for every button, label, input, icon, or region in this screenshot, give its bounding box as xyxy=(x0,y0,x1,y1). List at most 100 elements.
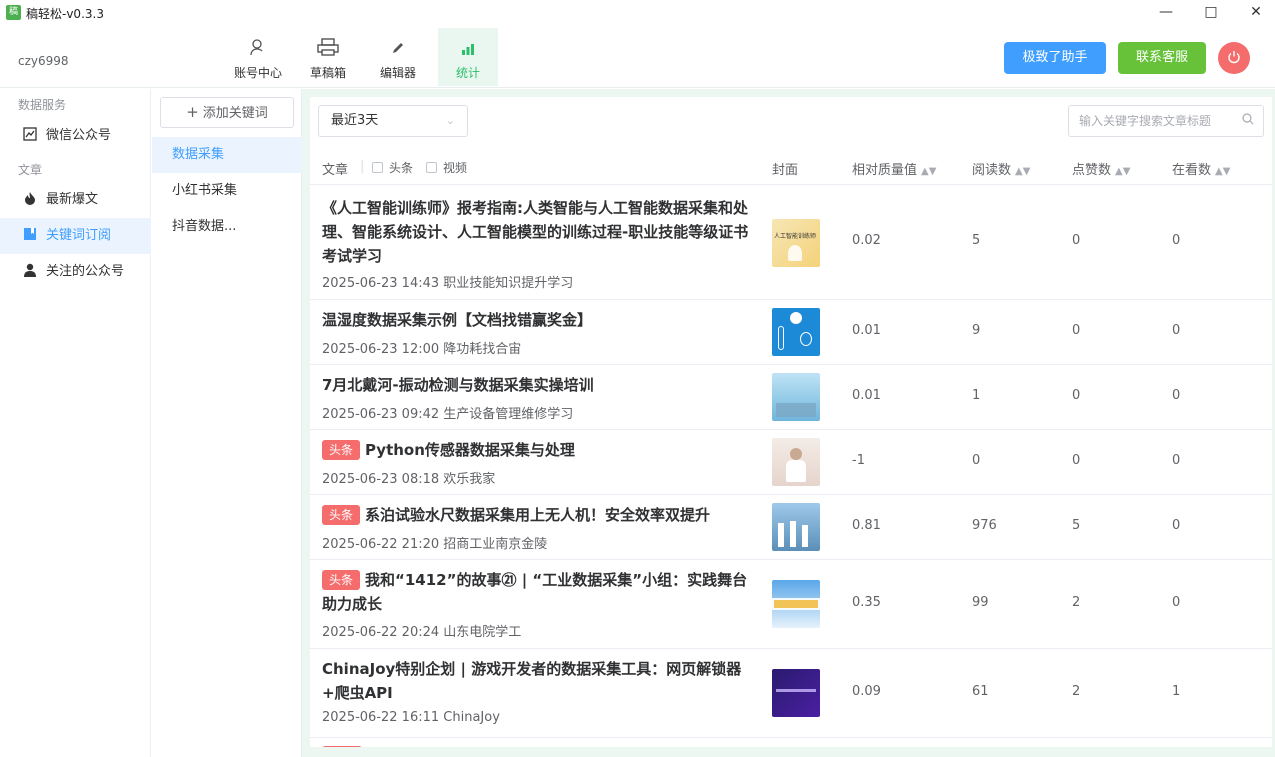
header-watching[interactable]: 在看数 ▲▼ xyxy=(1172,159,1230,178)
likes-value: 0 xyxy=(1072,233,1081,248)
cover-image[interactable] xyxy=(772,373,820,421)
reads-value: 61 xyxy=(972,684,989,699)
likes-value: 0 xyxy=(1072,453,1081,468)
watching-value: 0 xyxy=(1172,388,1181,403)
article-title[interactable]: 头条 我和“1412”的故事㉑ | “工业数据采集”小组：实践舞台 助力成长 xyxy=(322,568,750,616)
title-bar: 稿 稿轻松-v0.3.3 — □ ✕ xyxy=(0,0,1275,26)
quality-value: 0.81 xyxy=(852,518,881,533)
header-reads[interactable]: 阅读数 ▲▼ xyxy=(972,159,1030,178)
likes-value: 0 xyxy=(1072,323,1081,338)
sort-icon[interactable]: ▲▼ xyxy=(1115,166,1130,177)
date-range-select[interactable]: 最近3天 ⌄ xyxy=(318,105,468,137)
app-title: 稿轻松-v0.3.3 xyxy=(26,7,104,21)
article-meta: 2025-06-23 09:42 生产设备管理维修学习 xyxy=(322,407,574,422)
cover-image[interactable] xyxy=(772,438,820,486)
bookmark-icon xyxy=(22,218,38,254)
cover-image[interactable] xyxy=(772,503,820,551)
username: czy6998 xyxy=(18,54,69,68)
quality-value: 0.35 xyxy=(852,595,881,610)
sidebar-item-followed[interactable]: 关注的公众号 xyxy=(0,254,151,290)
person-icon xyxy=(22,254,38,290)
table-row[interactable]: 头条 系泊试验水尺数据采集用上无人机！安全效率双提升 2025-06-22 21:… xyxy=(310,495,1272,560)
quality-value: -1 xyxy=(852,453,865,468)
article-title[interactable]: 头条 Python传感器数据采集与处理 xyxy=(322,438,750,462)
toutiao-tag xyxy=(322,746,362,747)
table-row[interactable]: 《人工智能训练师》报考指南:人类智能与人工智能数据采集和处理、智能系统设计、人工… xyxy=(310,186,1272,300)
bar-chart-icon xyxy=(438,38,498,62)
likes-value: 0 xyxy=(1072,388,1081,403)
watching-value: 0 xyxy=(1172,518,1181,533)
article-panel: 最近3天 ⌄ 文章 | 头条 视频 封面 相对质量值▲▼ 阅读数▲▼ 点赞数▲▼… xyxy=(310,97,1272,747)
user-icon xyxy=(228,38,288,62)
article-title[interactable]: 7月北戴河-振动检测与数据采集实操培训 xyxy=(322,373,750,397)
header-article: 文章 xyxy=(322,163,349,178)
likes-value: 2 xyxy=(1072,595,1081,610)
close-icon[interactable]: ✕ xyxy=(1234,0,1275,26)
reads-value: 1 xyxy=(972,388,981,403)
sort-icon[interactable]: ▲▼ xyxy=(921,166,936,177)
quality-value: 0.02 xyxy=(852,233,881,248)
cover-image[interactable] xyxy=(772,580,820,628)
watching-value: 1 xyxy=(1172,684,1181,699)
maximize-icon[interactable]: □ xyxy=(1189,0,1233,26)
header-cover: 封面 xyxy=(772,163,799,178)
article-meta: 2025-06-23 14:43 职业技能知识提升学习 xyxy=(322,276,574,291)
article-meta: 2025-06-22 21:20 招商工业南京金陵 xyxy=(322,537,548,552)
table-row[interactable]: 温湿度数据采集示例【文档找错赢奖金】 2025-06-23 12:00 降功耗找… xyxy=(310,300,1272,365)
filter-toutiao[interactable]: 头条 xyxy=(372,159,413,176)
toutiao-tag: 头条 xyxy=(322,440,361,460)
contact-support-button[interactable]: 联系客服 xyxy=(1118,42,1206,74)
table-row[interactable]: ChinaJoy特别企划 | 游戏开发者的数据采集工具：网页解锁器+爬虫API … xyxy=(310,649,1272,738)
header-likes[interactable]: 点赞数 ▲▼ xyxy=(1072,159,1130,178)
sidebar-group-article: 文章 xyxy=(18,163,43,177)
table-row[interactable] xyxy=(310,738,1272,747)
reads-value: 0 xyxy=(972,453,981,468)
watching-value: 0 xyxy=(1172,595,1181,610)
sidebar-item-wechat[interactable]: 微信公众号 xyxy=(0,118,151,154)
table-header: 文章 | 头条 视频 封面 相对质量值 ▲▼ 阅读数 ▲▼ 点赞数 ▲▼ 在看数 ▲▼ xyxy=(310,153,1272,185)
keyword-item-douyin[interactable]: 抖音数据... xyxy=(152,209,302,245)
pen-icon xyxy=(368,38,428,62)
add-keyword-button[interactable]: + 添加关键词 xyxy=(160,97,294,128)
article-meta: 2025-06-23 08:18 欢乐我家 xyxy=(322,472,496,487)
header-quality[interactable]: 相对质量值 ▲▼ xyxy=(852,159,936,178)
sort-icon[interactable]: ▲▼ xyxy=(1015,166,1030,177)
sidebar-item-keyword-subscription[interactable]: 关键词订阅 xyxy=(0,218,151,254)
table-row[interactable]: 头条 我和“1412”的故事㉑ | “工业数据采集”小组：实践舞台 助力成长 2 0… xyxy=(310,560,1272,649)
article-title[interactable]: 《人工智能训练师》报考指南:人类智能与人工智能数据采集和处理、智能系统设计、人工… xyxy=(322,196,750,268)
search-icon[interactable] xyxy=(1242,113,1254,128)
article-title[interactable]: 头条 系泊试验水尺数据采集用上无人机！安全效率双提升 xyxy=(322,503,750,527)
video-checkbox[interactable] xyxy=(426,162,437,173)
search-input[interactable] xyxy=(1068,105,1264,137)
tab-statistics[interactable]: 统计 xyxy=(438,28,498,86)
minimize-icon[interactable]: — xyxy=(1144,0,1188,26)
assistant-button[interactable]: 极致了助手 xyxy=(1004,42,1106,74)
cover-image[interactable] xyxy=(772,308,820,356)
power-icon[interactable] xyxy=(1218,42,1250,74)
tab-account-center[interactable]: 账号中心 xyxy=(228,28,288,86)
reads-value: 99 xyxy=(972,595,989,610)
article-title[interactable]: ChinaJoy特别企划 | 游戏开发者的数据采集工具：网页解锁器+爬虫API xyxy=(322,657,750,705)
line-chart-icon xyxy=(22,118,38,154)
article-meta: 2025-06-22 16:11 ChinaJoy xyxy=(322,710,500,725)
quality-value: 0.01 xyxy=(852,388,881,403)
tab-drafts[interactable]: 草稿箱 xyxy=(298,28,358,86)
chevron-down-icon: ⌄ xyxy=(445,114,455,127)
watching-value: 0 xyxy=(1172,233,1181,248)
table-row[interactable]: 头条 Python传感器数据采集与处理 2025-06-23 08:18 欢乐我家… xyxy=(310,430,1272,495)
cover-image[interactable]: 人工智能训练师 xyxy=(772,219,820,267)
quality-value: 0.01 xyxy=(852,323,881,338)
table-row[interactable]: 7月北戴河-振动检测与数据采集实操培训 2025-06-23 09:42 生产设… xyxy=(310,365,1272,430)
keyword-item-data-collection[interactable]: 数据采集 xyxy=(152,137,302,173)
toutiao-checkbox[interactable] xyxy=(372,162,383,173)
article-title[interactable]: 温湿度数据采集示例【文档找错赢奖金】 xyxy=(322,308,750,332)
keyword-item-xiaohongshu[interactable]: 小红书采集 xyxy=(152,173,302,209)
sidebar-item-hot[interactable]: 最新爆文 xyxy=(0,182,151,218)
tab-editor[interactable]: 编辑器 xyxy=(368,28,428,86)
toutiao-tag: 头条 xyxy=(322,570,361,590)
keyword-list: + 添加关键词 数据采集 小红书采集 抖音数据... xyxy=(152,89,302,757)
cover-image[interactable] xyxy=(772,669,820,717)
sort-icon[interactable]: ▲▼ xyxy=(1215,166,1230,177)
reads-value: 976 xyxy=(972,518,997,533)
filter-video[interactable]: 视频 xyxy=(426,159,467,176)
